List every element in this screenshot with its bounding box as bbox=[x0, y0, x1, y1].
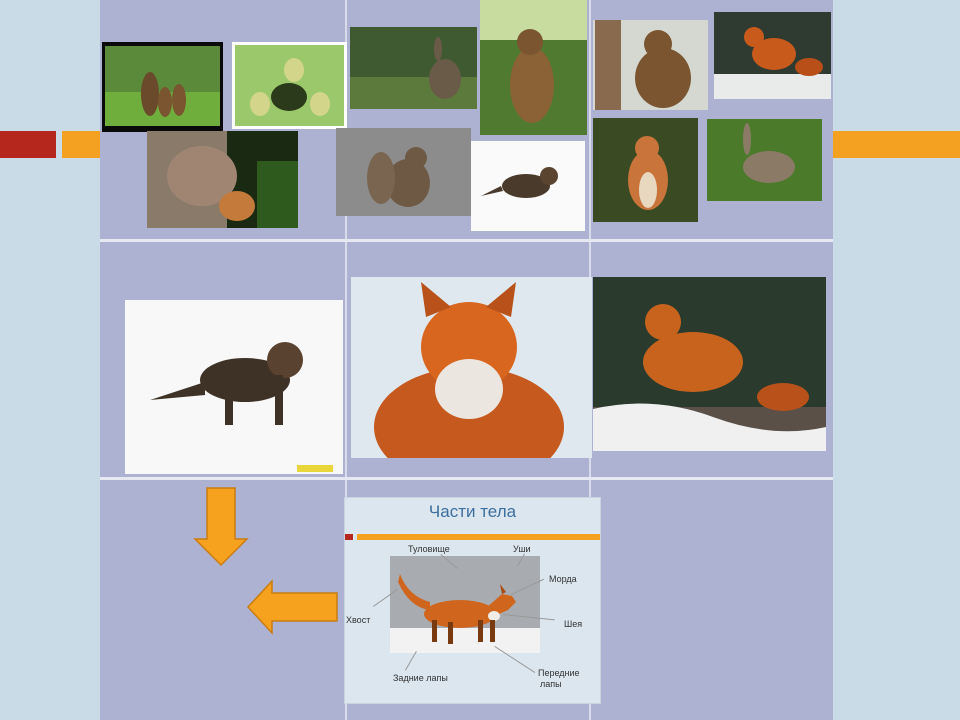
rabbit-grass-photo bbox=[350, 27, 477, 109]
leader-line bbox=[405, 650, 417, 671]
fox-standing-photo bbox=[714, 12, 831, 99]
body-parts-card: Части тела Туловище Уши Морда Шея Хвост … bbox=[344, 497, 601, 704]
fox-portrait-photo bbox=[351, 277, 592, 458]
label-tail: Хвост bbox=[346, 615, 371, 625]
picture-table: Части тела Туловище Уши Морда Шея Хвост … bbox=[100, 0, 833, 720]
hare-photo bbox=[707, 119, 822, 201]
bear-family-photo bbox=[102, 42, 223, 132]
table-divider bbox=[100, 239, 833, 242]
label-muzzle: Морда bbox=[549, 574, 577, 584]
label-torso: Туловище bbox=[408, 544, 450, 554]
fox-cub-snow-large-photo bbox=[125, 300, 343, 474]
fox-cub-snow-small-photo bbox=[471, 141, 585, 231]
fox-mother-cub-photo bbox=[147, 131, 298, 228]
label-ears: Уши bbox=[513, 544, 531, 554]
arrow-down-icon bbox=[193, 487, 249, 567]
accent-band-orange-left bbox=[62, 131, 102, 158]
bear-tree-photo bbox=[593, 20, 708, 110]
table-divider bbox=[100, 477, 833, 480]
card-title: Части тела bbox=[428, 502, 517, 521]
card-accent-red bbox=[345, 534, 353, 540]
fox-diagram-photo bbox=[390, 556, 540, 653]
accent-band-red bbox=[0, 131, 56, 158]
accent-band-orange-right bbox=[832, 131, 960, 158]
arrow-left-icon bbox=[247, 579, 338, 635]
label-neck: Шея bbox=[564, 619, 583, 629]
card-accent-orange bbox=[357, 534, 600, 540]
rabbits-burrow-photo bbox=[232, 42, 347, 129]
red-squirrel-photo bbox=[593, 118, 698, 222]
label-hind-legs: Задние лапы bbox=[393, 673, 448, 683]
squirrel-eating-photo bbox=[336, 128, 471, 216]
label-front-legs-2: лапы bbox=[540, 679, 562, 689]
label-front-legs-1: Передние bbox=[538, 668, 580, 678]
bear-cub-standing-photo bbox=[480, 0, 587, 135]
fox-snow-forest-photo bbox=[593, 277, 826, 451]
